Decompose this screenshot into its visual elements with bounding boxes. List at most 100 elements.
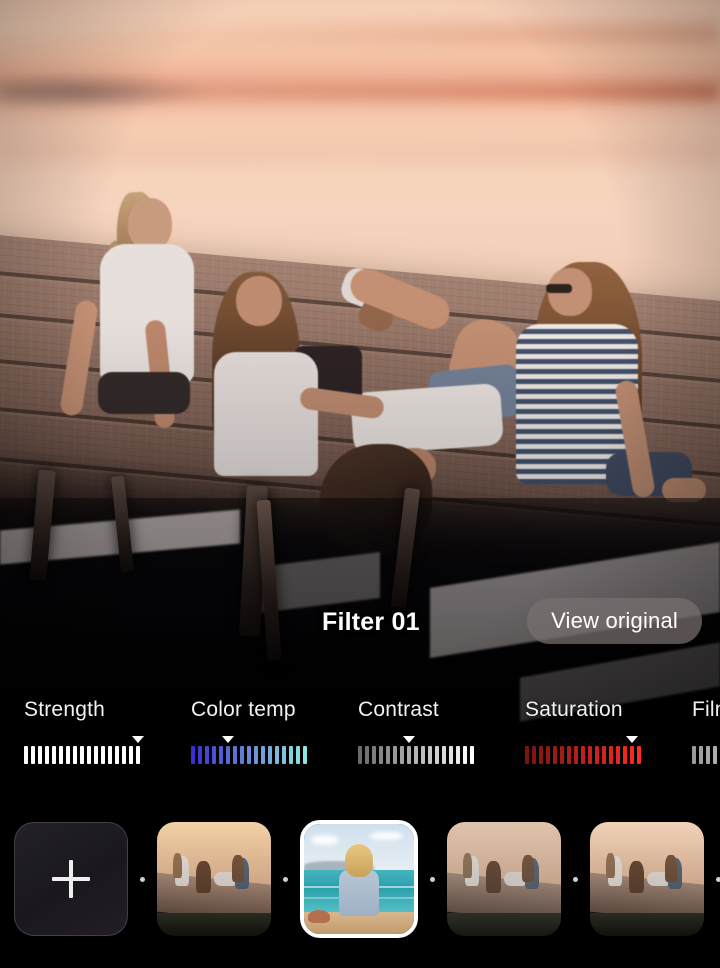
thumbnail-separator-dot xyxy=(140,876,145,882)
adjustment-label: Color temp xyxy=(191,698,296,721)
slider-tick xyxy=(226,746,230,764)
slider-tick xyxy=(379,746,383,764)
slider-tick xyxy=(59,746,63,764)
adjustment-label: Strength xyxy=(24,698,105,721)
adjustment-strength[interactable]: Strength xyxy=(0,688,167,764)
slider-tick xyxy=(588,746,592,764)
slider-tick xyxy=(393,746,397,764)
filter-thumbnail-filter-00[interactable] xyxy=(157,822,271,936)
adjustment-label: Contrast xyxy=(358,698,439,721)
slider-tick xyxy=(581,746,585,764)
slider-tick xyxy=(261,746,265,764)
slider-tick xyxy=(435,746,439,764)
slider-tick xyxy=(38,746,42,764)
slider-tick xyxy=(386,746,390,764)
adjustment-panel[interactable]: Strength Color temp Contrast Saturation Film… xyxy=(0,688,720,790)
person-torso xyxy=(214,352,318,476)
slider-tick xyxy=(268,746,272,764)
sky-streak xyxy=(0,140,720,166)
slider-tick xyxy=(80,746,84,764)
filter-thumbnail-filter-01[interactable] xyxy=(300,820,418,938)
slider-thumb-caret[interactable] xyxy=(222,736,234,743)
slider-tick xyxy=(539,746,543,764)
adjustment-scroll-track[interactable]: Strength Color temp Contrast Saturation Film… xyxy=(0,688,720,790)
thumbnail-separator-dot xyxy=(573,876,578,882)
slider-tick xyxy=(94,746,98,764)
adjustment-saturation[interactable]: Saturation xyxy=(501,688,668,764)
horizon-haze xyxy=(0,72,210,112)
slider-contrast[interactable] xyxy=(358,736,486,764)
slider-tick xyxy=(372,746,376,764)
slider-tick xyxy=(108,746,112,764)
slider-tick xyxy=(275,746,279,764)
adjustment-contrast[interactable]: Contrast xyxy=(334,688,501,764)
slider-tick xyxy=(205,746,209,764)
slider-tick xyxy=(609,746,613,764)
adjustment-film-grain[interactable]: Film grain xyxy=(668,688,720,764)
slider-tick xyxy=(525,746,529,764)
view-original-button[interactable]: View original xyxy=(527,598,702,644)
slider-tick xyxy=(247,746,251,764)
slider-tick xyxy=(692,746,696,764)
adjustment-label: Film grain xyxy=(692,698,720,721)
photo-canvas xyxy=(0,0,720,790)
slider-tick xyxy=(365,746,369,764)
filter-thumbnail-strip[interactable] xyxy=(0,790,720,968)
slider-saturation[interactable] xyxy=(525,736,653,764)
slider-tick xyxy=(400,746,404,764)
slider-tick xyxy=(414,746,418,764)
add-filter-button[interactable] xyxy=(14,822,128,936)
slider-thumb-caret[interactable] xyxy=(403,736,415,743)
thumbnail-separator-dot xyxy=(430,876,435,882)
slider-tick xyxy=(254,746,258,764)
person-torso xyxy=(100,244,194,384)
slider-strength[interactable] xyxy=(24,736,152,764)
slider-ticks[interactable] xyxy=(191,746,307,764)
slider-tick xyxy=(191,746,195,764)
person-head xyxy=(128,198,172,250)
slider-thumb-caret[interactable] xyxy=(132,736,144,743)
slider-tick xyxy=(421,746,425,764)
sky-streak xyxy=(0,22,720,44)
person-leg xyxy=(98,372,190,414)
slider-tick xyxy=(136,746,140,764)
thumb-cloud xyxy=(310,835,340,845)
photo-preview[interactable]: Filter 01 View original xyxy=(0,0,720,790)
slider-tick xyxy=(560,746,564,764)
slider-ticks[interactable] xyxy=(692,746,720,764)
filter-thumbnail-filter-02[interactable] xyxy=(447,822,561,936)
slider-tick xyxy=(546,746,550,764)
slider-tick xyxy=(212,746,216,764)
slider-tick xyxy=(428,746,432,764)
slider-thumb-caret[interactable] xyxy=(626,736,638,743)
adjustment-color-temp[interactable]: Color temp xyxy=(167,688,334,764)
slider-film-grain[interactable] xyxy=(692,738,720,764)
slider-tick xyxy=(282,746,286,764)
slider-tick xyxy=(233,746,237,764)
slider-tick xyxy=(616,746,620,764)
slider-tick xyxy=(115,746,119,764)
slider-ticks[interactable] xyxy=(24,746,140,764)
slider-ticks[interactable] xyxy=(525,746,641,764)
slider-tick xyxy=(129,746,133,764)
slider-tick xyxy=(532,746,536,764)
thumb-grade xyxy=(447,822,561,936)
slider-tick xyxy=(623,746,627,764)
thumbnail-separator-dot xyxy=(283,876,288,882)
slider-tick xyxy=(101,746,105,764)
slider-tick xyxy=(296,746,300,764)
filter-thumbnail-filter-03[interactable] xyxy=(590,822,704,936)
thumb-image xyxy=(590,822,704,936)
filter-thumbnail-row[interactable] xyxy=(0,790,720,968)
adjustment-label: Saturation xyxy=(525,698,623,721)
slider-ticks[interactable] xyxy=(358,746,474,764)
slider-tick xyxy=(122,746,126,764)
slider-tick xyxy=(456,746,460,764)
person-head xyxy=(236,276,282,326)
thumb-figure-hair xyxy=(344,843,374,877)
slider-color-temp[interactable] xyxy=(191,736,319,764)
slider-tick xyxy=(463,746,467,764)
thumb-image xyxy=(447,822,561,936)
thumb-hat xyxy=(308,909,331,923)
slider-tick xyxy=(358,746,362,764)
